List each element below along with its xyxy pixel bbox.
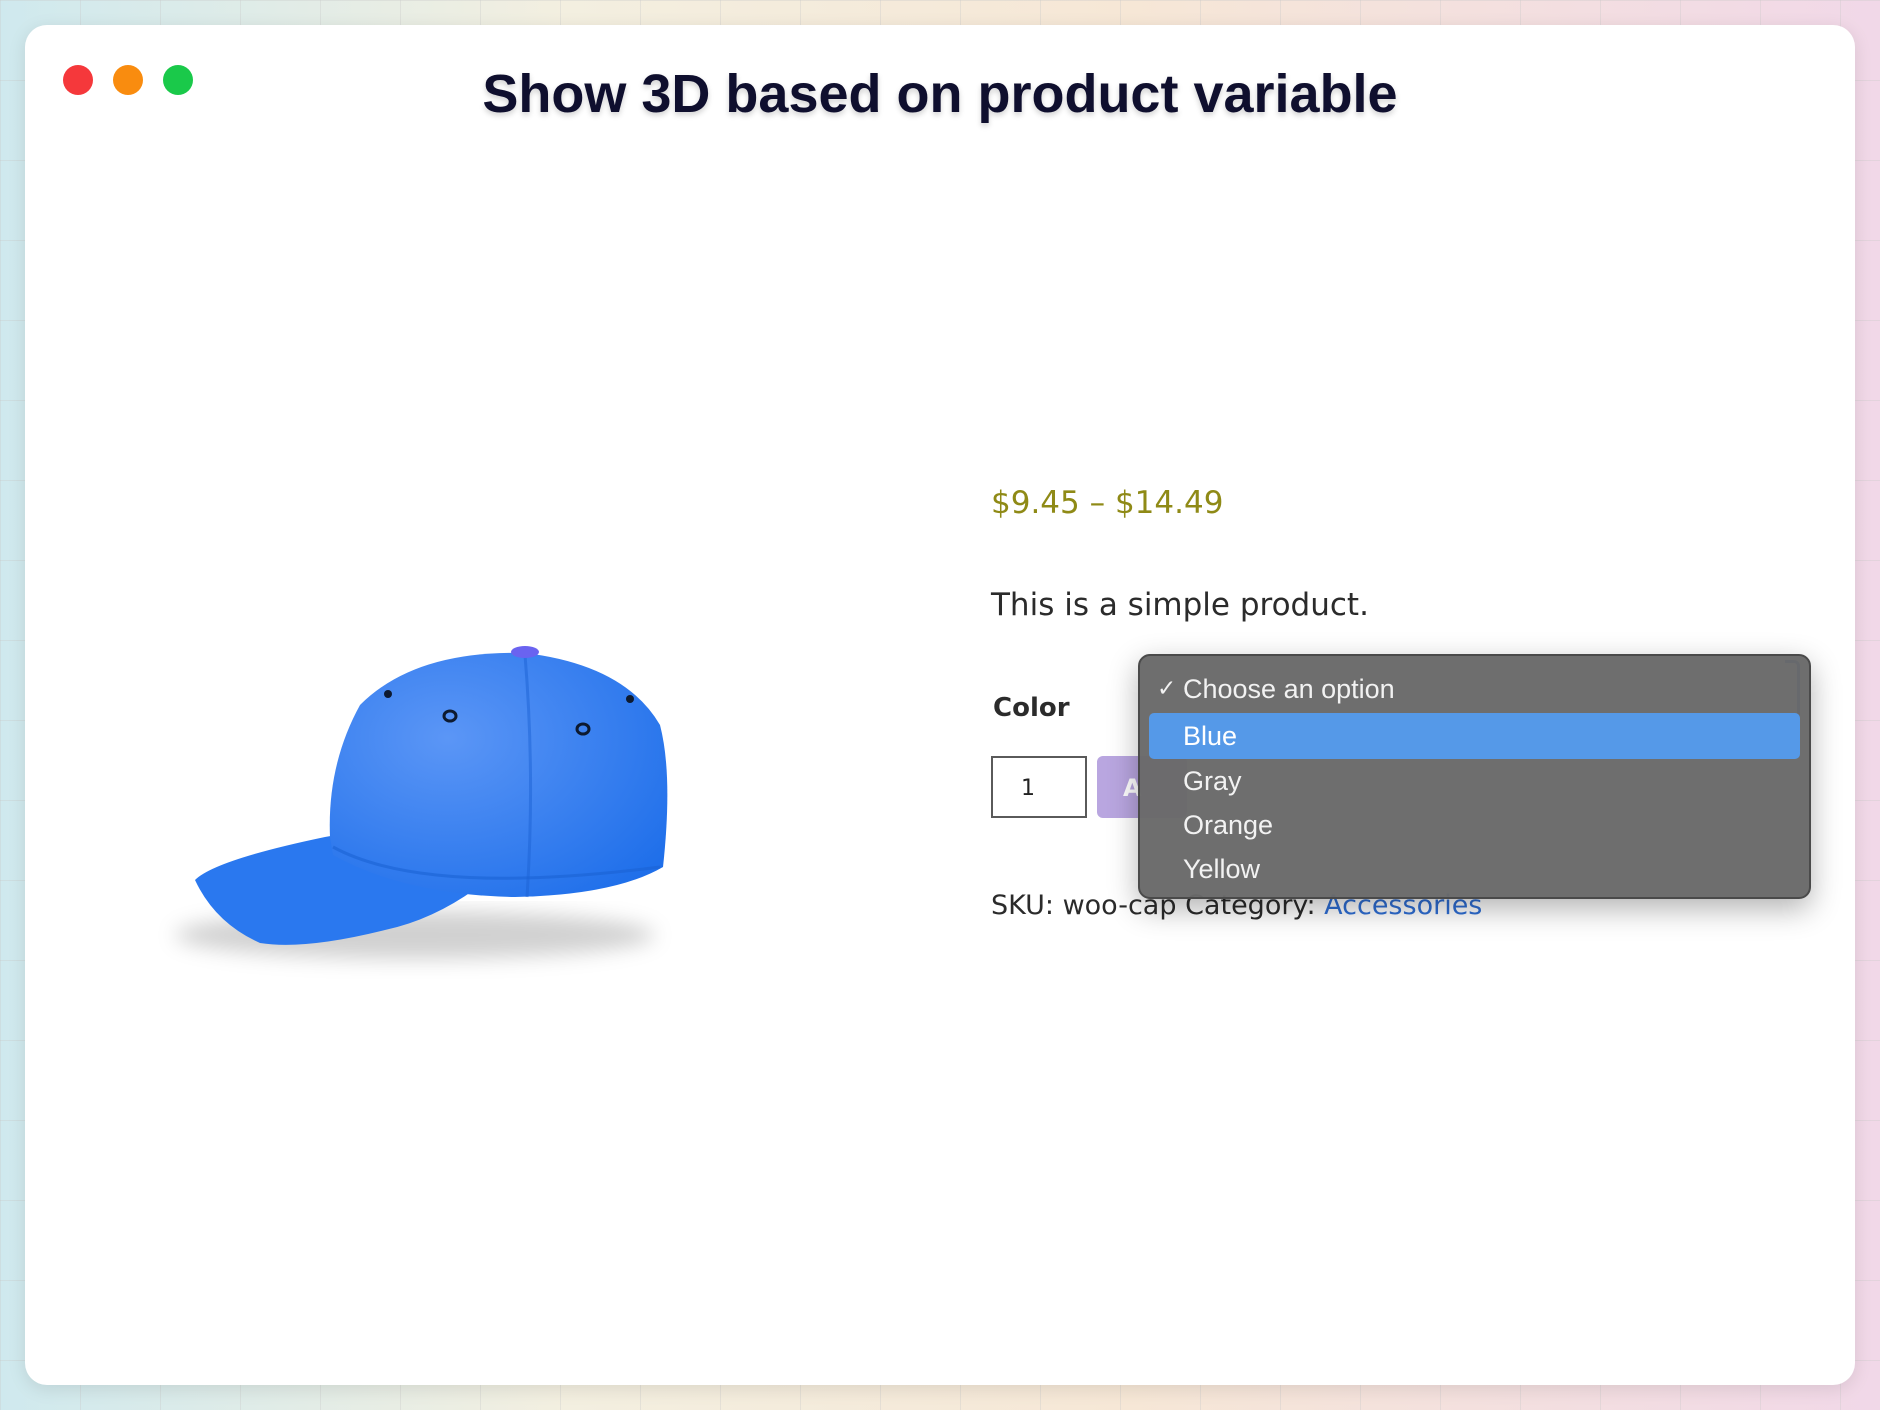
dropdown-option-gray[interactable]: Gray <box>1149 759 1800 803</box>
color-dropdown-menu: ✓ Choose an option Blue Gray Orange Yell… <box>1138 654 1811 899</box>
product-description: This is a simple product. <box>991 587 1369 623</box>
cap-eyelet <box>626 695 634 703</box>
quantity-input[interactable]: 1 <box>991 756 1087 818</box>
option-label: Choose an option <box>1183 674 1395 704</box>
dropdown-option-orange[interactable]: Orange <box>1149 803 1800 847</box>
cap-eyelet <box>384 690 392 698</box>
cap-crown <box>329 652 668 897</box>
sku-label: SKU: <box>991 890 1054 921</box>
product-3d-viewer[interactable] <box>155 605 715 985</box>
cap-button <box>511 646 539 658</box>
dropdown-option-choose[interactable]: ✓ Choose an option <box>1149 667 1800 711</box>
option-label: Yellow <box>1183 854 1261 884</box>
option-label: Gray <box>1183 766 1242 796</box>
window-title: Show 3D based on product variable <box>482 64 1398 124</box>
dropdown-option-yellow[interactable]: Yellow <box>1149 847 1800 891</box>
option-label: Blue <box>1183 721 1238 751</box>
product-price: $9.45 – $14.49 <box>991 485 1224 521</box>
app-window: Show 3D based on product variable $9.45 … <box>25 25 1855 1385</box>
variation-label: Color <box>993 693 1070 723</box>
dropdown-option-blue[interactable]: Blue <box>1149 713 1800 759</box>
option-label: Orange <box>1183 810 1274 840</box>
checkmark-icon: ✓ <box>1157 676 1177 702</box>
